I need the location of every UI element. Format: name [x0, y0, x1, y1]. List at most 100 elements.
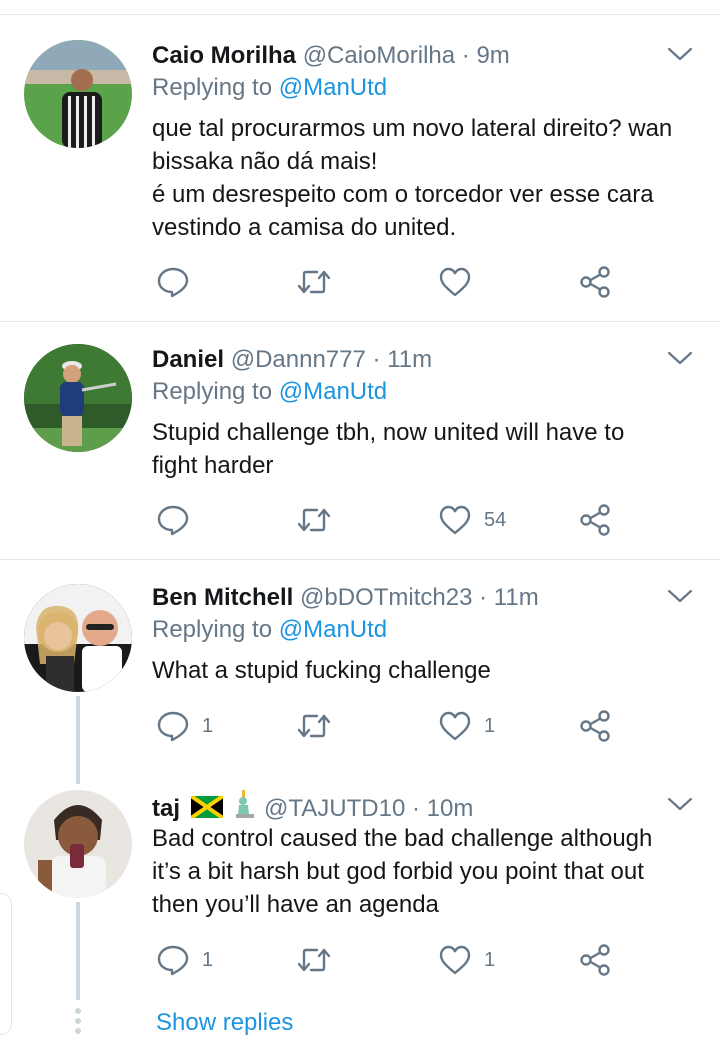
like-icon — [439, 711, 471, 741]
tweet-text-line: What a stupid fucking challenge — [152, 657, 491, 684]
divider-top — [0, 14, 720, 15]
tweet-text-line: it’s a bit harsh but god forbid you poin… — [152, 858, 644, 885]
retweet-icon — [297, 508, 331, 532]
tweet-text: What a stupid fucking challenge — [152, 654, 700, 687]
retweet-button[interactable] — [295, 706, 345, 746]
like-count: 1 — [484, 714, 496, 737]
share-button[interactable] — [578, 262, 612, 302]
avatar[interactable] — [24, 40, 132, 148]
avatar[interactable] — [24, 344, 132, 452]
share-button[interactable] — [578, 500, 612, 540]
chevron-down-icon[interactable] — [666, 586, 694, 606]
floating-panel-edge — [0, 893, 12, 1035]
mention-link[interactable]: @ManUtd — [279, 616, 387, 643]
divider — [0, 559, 720, 560]
tweet-text: Stupid challenge tbh, now united will ha… — [152, 416, 700, 482]
reply-button[interactable] — [156, 262, 202, 302]
time-separator: · — [461, 42, 470, 69]
share-button[interactable] — [578, 940, 612, 980]
reply-button[interactable] — [156, 500, 202, 540]
replying-to-label: Replying to — [152, 616, 273, 643]
tweet-text-line: vestindo a camisa do united. — [152, 214, 457, 241]
tweet-actions — [152, 262, 632, 302]
like-button[interactable]: 1 — [438, 940, 495, 980]
tweet-header: Ben Mitchell @bDOTmitch23 · 11m — [152, 582, 539, 614]
reply-button[interactable]: 1 — [156, 940, 213, 980]
retweet-button[interactable] — [295, 940, 345, 980]
display-name[interactable]: Caio Morilha — [152, 42, 296, 69]
like-icon — [439, 505, 471, 535]
like-icon — [439, 267, 471, 297]
display-name[interactable]: Daniel — [152, 346, 224, 373]
timestamp[interactable]: 10m — [427, 795, 474, 822]
retweet-button[interactable] — [295, 262, 345, 302]
replying-to: Replying to @ManUtd — [152, 72, 387, 104]
tweet-text: Bad control caused the bad challenge alt… — [152, 822, 700, 921]
like-icon — [439, 945, 471, 975]
user-handle[interactable]: @Dannn777 — [231, 346, 366, 373]
time-separator: · — [372, 346, 381, 373]
chevron-down-icon[interactable] — [666, 348, 694, 368]
like-count: 54 — [484, 508, 507, 531]
replying-to-label: Replying to — [152, 74, 273, 101]
avatar[interactable] — [24, 584, 132, 692]
tweet-text-line: then you’ll have an agenda — [152, 891, 439, 918]
timestamp[interactable]: 9m — [476, 42, 509, 69]
reply-icon — [157, 505, 189, 536]
replying-to-label: Replying to — [152, 378, 273, 405]
share-icon — [580, 710, 610, 742]
like-button[interactable]: 1 — [438, 706, 495, 746]
tweet-text-line: bissaka não dá mais! — [152, 148, 378, 175]
tweet-text-line: é um desrespeito com o torcedor ver esse… — [152, 181, 654, 208]
thread-dot — [75, 1018, 81, 1024]
mention-link[interactable]: @ManUtd — [279, 74, 387, 101]
retweet-icon — [297, 948, 331, 972]
like-count: 1 — [484, 948, 496, 971]
user-handle[interactable]: @bDOTmitch23 — [300, 584, 472, 611]
tweet-text-line: fight harder — [152, 452, 274, 479]
time-separator: · — [411, 795, 420, 822]
tweet-actions: 1 1 — [152, 706, 632, 746]
share-button[interactable] — [578, 706, 612, 746]
tweet-text: que tal procurarmos um novo lateral dire… — [152, 112, 700, 244]
chevron-down-icon[interactable] — [666, 44, 694, 64]
divider — [0, 321, 720, 322]
thread-connector — [76, 902, 80, 1000]
timestamp[interactable]: 11m — [387, 346, 432, 373]
reply-icon — [157, 945, 189, 976]
tweet-header: Daniel @Dannn777 · 11m — [152, 344, 432, 376]
chevron-down-icon[interactable] — [666, 794, 694, 814]
like-button[interactable] — [438, 262, 484, 302]
retweet-icon — [297, 270, 331, 294]
tweet-text-line: Stupid challenge tbh, now united will ha… — [152, 419, 625, 446]
reply-icon — [157, 711, 189, 742]
mention-link[interactable]: @ManUtd — [279, 378, 387, 405]
replying-to: Replying to @ManUtd — [152, 376, 387, 408]
reply-button[interactable]: 1 — [156, 706, 213, 746]
tweet-text-line: que tal procurarmos um novo lateral dire… — [152, 115, 673, 142]
tweet-text-line: Bad control caused the bad challenge alt… — [152, 825, 653, 852]
share-icon — [580, 944, 610, 976]
retweet-button[interactable] — [295, 500, 345, 540]
thread-connector — [76, 696, 80, 784]
reply-count: 1 — [202, 714, 214, 737]
user-handle[interactable]: @CaioMorilha — [303, 42, 455, 69]
tweet-actions: 54 — [152, 500, 632, 540]
share-icon — [580, 266, 610, 298]
reply-count: 1 — [202, 948, 214, 971]
tweet-header: Caio Morilha @CaioMorilha · 9m — [152, 40, 510, 72]
replying-to: Replying to @ManUtd — [152, 614, 387, 646]
thread-dot — [75, 1028, 81, 1034]
avatar[interactable] — [24, 790, 132, 898]
timestamp[interactable]: 11m — [494, 584, 539, 611]
reply-icon — [157, 267, 189, 298]
like-button[interactable]: 54 — [438, 500, 506, 540]
share-icon — [580, 504, 610, 536]
thread-dot — [75, 1008, 81, 1014]
display-name[interactable]: Ben Mitchell — [152, 584, 293, 611]
time-separator: · — [479, 584, 488, 611]
display-name[interactable]: taj — [152, 795, 180, 822]
show-replies-link[interactable]: Show replies — [156, 1006, 293, 1040]
user-handle[interactable]: @TAJUTD10 — [264, 795, 405, 822]
retweet-icon — [297, 714, 331, 738]
